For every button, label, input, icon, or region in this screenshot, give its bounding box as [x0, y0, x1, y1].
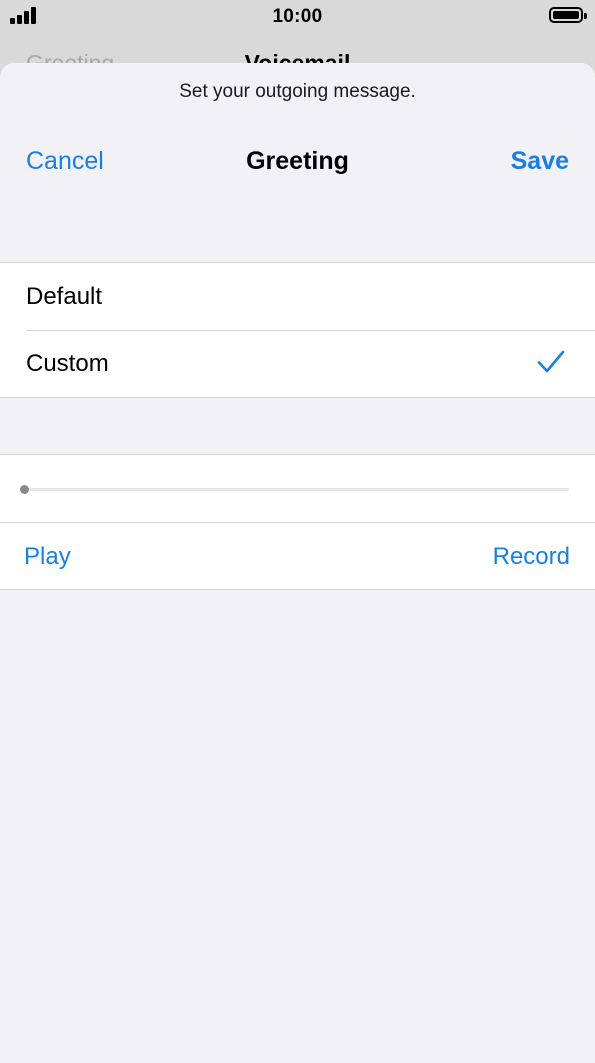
battery-icon: [549, 7, 587, 23]
status-time: 10:00: [272, 6, 323, 27]
record-button[interactable]: Record: [493, 543, 570, 571]
playback-scrubber[interactable]: [0, 455, 595, 522]
scrubber-track[interactable]: [24, 488, 569, 491]
page-title: Greeting: [246, 147, 349, 175]
save-button[interactable]: Save: [511, 147, 569, 176]
checkmark-icon: [537, 350, 565, 373]
sheet-prompt: Set your outgoing message.: [179, 81, 416, 102]
playback-actions: Play Record: [0, 522, 595, 589]
option-default-label: Default: [26, 282, 103, 310]
greeting-options-list: Default Custom: [0, 262, 595, 398]
option-default[interactable]: Default: [0, 263, 595, 330]
scrubber-thumb[interactable]: [20, 485, 29, 494]
status-bar: 10:00: [0, 0, 595, 34]
playback-controls: Play Record: [0, 454, 595, 590]
option-custom[interactable]: Custom: [0, 330, 595, 397]
option-custom-label: Custom: [26, 349, 109, 377]
greeting-sheet: Set your outgoing message. Cancel Greeti…: [0, 63, 595, 1063]
play-button[interactable]: Play: [24, 543, 71, 571]
